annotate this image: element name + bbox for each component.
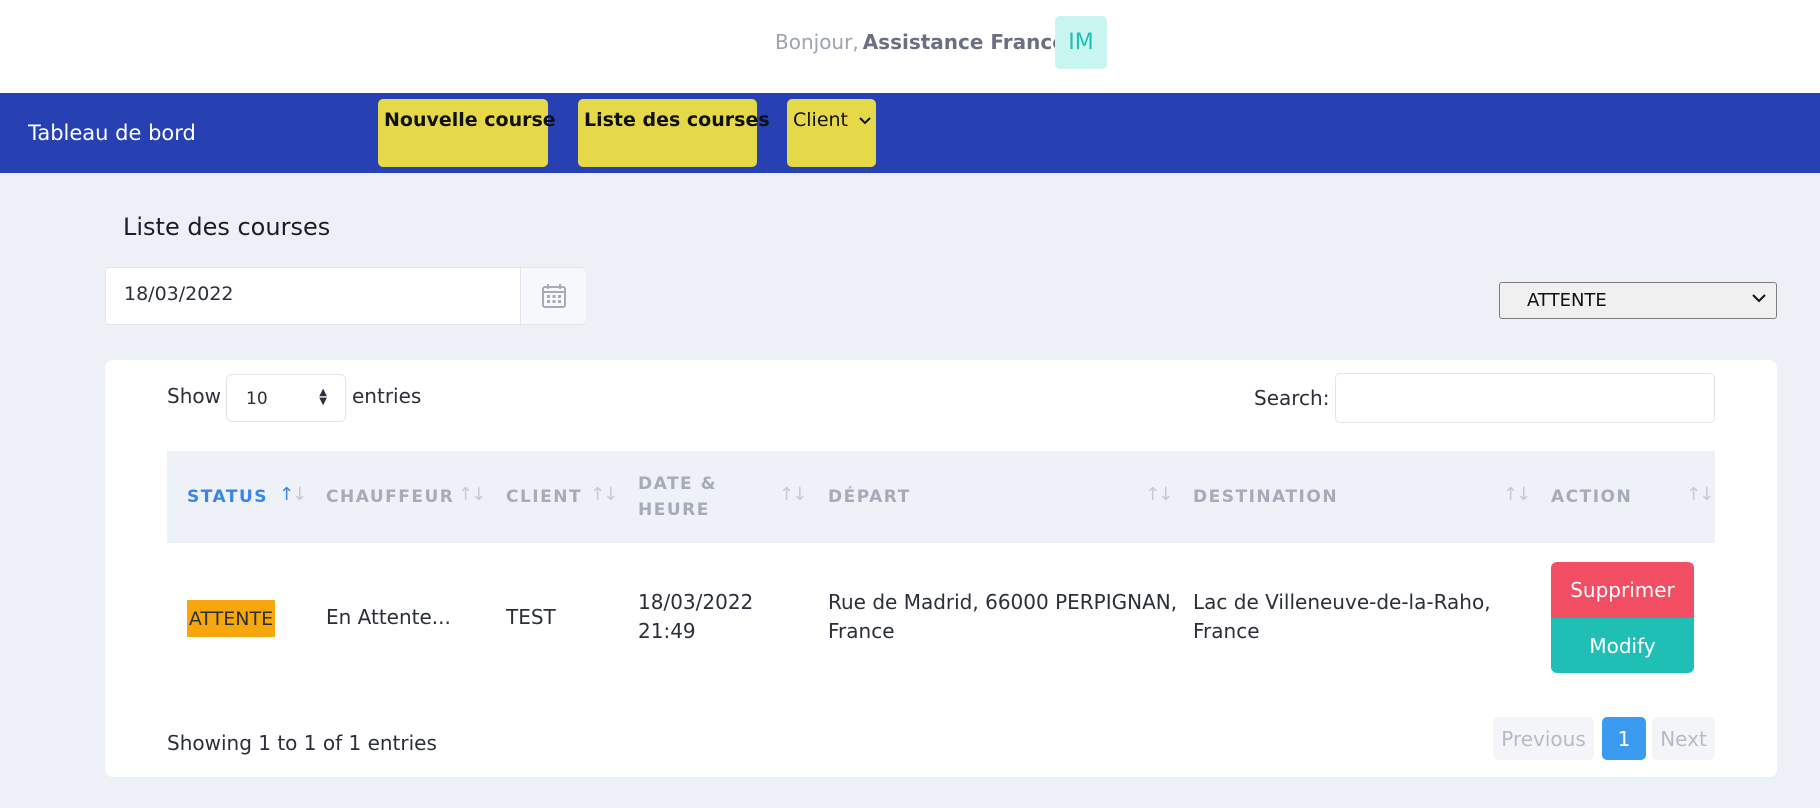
- sort-arrows-icon: ▲ ▼: [319, 387, 327, 407]
- next-page-button[interactable]: Next: [1652, 717, 1715, 760]
- cell-destination-line2: France: [1193, 619, 1260, 643]
- cell-depart-line1: Rue de Madrid, 66000 PERPIGNAN,: [828, 590, 1178, 614]
- column-header-destination[interactable]: DESTINATION: [1193, 484, 1338, 510]
- brand-dashboard-link[interactable]: Tableau de bord: [28, 121, 196, 145]
- column-header-date-line1: DATE &: [638, 474, 717, 494]
- page-length-value: 10: [246, 389, 268, 409]
- sort-icon[interactable]: ↑↓: [1686, 484, 1714, 505]
- column-header-client[interactable]: CLIENT: [506, 484, 582, 510]
- cell-destination: Lac de Villeneuve-de-la-Raho, France: [1193, 588, 1491, 646]
- search-input[interactable]: [1335, 373, 1715, 423]
- chevron-down-icon: [1752, 294, 1766, 303]
- status-filter-value: ATTENTE: [1527, 290, 1607, 311]
- column-header-chauffeur[interactable]: CHAUFFEUR: [326, 484, 454, 510]
- column-header-status[interactable]: STATUS: [187, 484, 268, 510]
- sort-icon[interactable]: ↑↓: [779, 484, 807, 505]
- date-picker: [105, 267, 586, 325]
- cell-date-day: 18/03/2022: [638, 590, 754, 614]
- column-header-date[interactable]: DATE & HEURE: [638, 471, 717, 523]
- date-input[interactable]: [124, 283, 504, 305]
- status-filter-select[interactable]: ATTENTE: [1499, 282, 1777, 319]
- calendar-icon: [541, 284, 566, 308]
- chevron-down-icon: [859, 116, 871, 124]
- nav-client-dropdown[interactable]: Client: [787, 99, 876, 167]
- modify-button[interactable]: Modify: [1551, 618, 1694, 673]
- sort-icon[interactable]: ↑↓: [458, 484, 486, 505]
- column-header-depart[interactable]: DÉPART: [828, 484, 911, 510]
- table-info: Showing 1 to 1 of 1 entries: [167, 731, 437, 755]
- cell-destination-line1: Lac de Villeneuve-de-la-Raho,: [1193, 590, 1491, 614]
- greeting: Bonjour, Assistance France: [775, 30, 1066, 54]
- cell-depart-line2: France: [828, 619, 895, 643]
- nav-client-label: Client: [793, 109, 849, 131]
- page-title: Liste des courses: [123, 213, 331, 241]
- show-label: Show: [167, 384, 221, 408]
- search-label: Search:: [1254, 386, 1330, 410]
- column-header-action[interactable]: ACTION: [1551, 484, 1632, 510]
- sort-icon[interactable]: ↑↓: [1503, 484, 1531, 505]
- user-name: Assistance France: [862, 30, 1066, 54]
- cell-client: TEST: [506, 605, 556, 629]
- cell-date: 18/03/2022 21:49: [638, 588, 753, 646]
- sort-icon[interactable]: ↑↓: [1145, 484, 1173, 505]
- delete-button[interactable]: Supprimer: [1551, 562, 1694, 618]
- status-badge: ATTENTE: [187, 600, 275, 637]
- avatar[interactable]: IM: [1055, 16, 1107, 69]
- calendar-button[interactable]: [520, 268, 586, 324]
- previous-page-button[interactable]: Previous: [1493, 717, 1594, 760]
- nav-course-list-button[interactable]: Liste des courses: [578, 99, 770, 167]
- cell-chauffeur: En Attente...: [326, 605, 451, 629]
- cell-depart: Rue de Madrid, 66000 PERPIGNAN, France: [828, 588, 1177, 646]
- sort-icon[interactable]: ↑↓: [590, 484, 618, 505]
- page-length-select[interactable]: 10 ▲ ▼: [226, 374, 346, 422]
- page-1-button[interactable]: 1: [1602, 717, 1646, 760]
- navbar: Tableau de bord Nouvelle course Liste de…: [0, 93, 1820, 173]
- nav-new-course-button[interactable]: Nouvelle course: [378, 99, 556, 167]
- greeting-text: Bonjour,: [775, 30, 859, 54]
- cell-date-time: 21:49: [638, 619, 696, 643]
- entries-label: entries: [352, 384, 422, 408]
- sort-icon[interactable]: ↑↓: [279, 484, 307, 505]
- top-header: Bonjour, Assistance France IM: [0, 0, 1820, 93]
- column-header-date-line2: HEURE: [638, 500, 710, 520]
